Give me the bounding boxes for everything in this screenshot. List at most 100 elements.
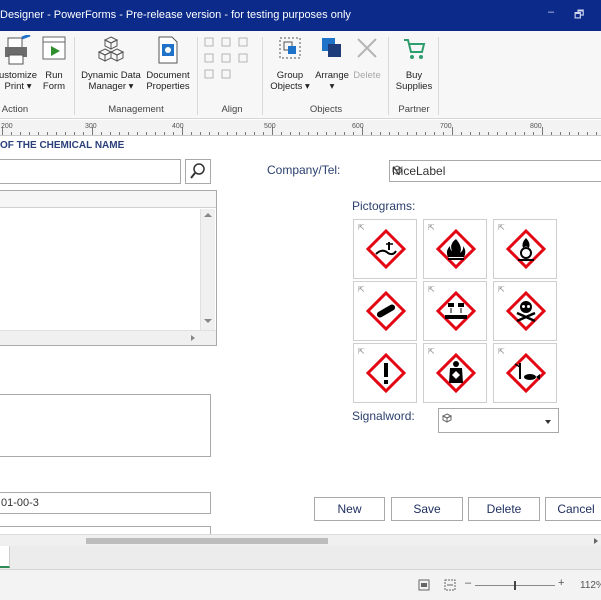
company-value: NiceLabel <box>392 164 446 178</box>
dropdown-arrow-icon[interactable] <box>545 420 551 424</box>
ruler-tick <box>29 132 30 135</box>
resize-corner-icon: ⇱ <box>358 285 365 294</box>
flame-icon <box>436 229 476 269</box>
scroll-up-arrow-icon[interactable] <box>204 213 212 217</box>
zoom-in-button[interactable]: + <box>558 577 564 589</box>
fit-page-icon[interactable] <box>418 579 430 591</box>
ruler-tick <box>551 132 552 135</box>
document-properties-button[interactable]: Document Properties <box>144 35 192 92</box>
ribbon-separator <box>388 37 389 115</box>
ruler-tick <box>560 132 561 135</box>
ruler-tick <box>290 132 291 135</box>
pictogram-oxidizing[interactable]: ⇱ <box>493 219 557 279</box>
signalword-dropdown[interactable] <box>438 408 559 433</box>
shopping-cart-icon <box>404 39 426 59</box>
fit-width-icon[interactable] <box>444 579 456 591</box>
pictogram-corrosive[interactable]: ⇱ <box>423 281 487 341</box>
document-tab-strip <box>0 546 601 570</box>
run-form-button[interactable]: Run Form <box>40 35 68 92</box>
scrollbar-thumb[interactable] <box>86 538 328 544</box>
resize-corner-icon: ⇱ <box>428 347 435 356</box>
group-label-objects: Objects <box>309 104 343 115</box>
arrange-button[interactable]: Arrange ▾ <box>313 35 351 92</box>
buy-supplies-button[interactable]: Buy Supplies <box>394 35 434 92</box>
arrange-label-2: ▾ <box>329 81 335 92</box>
search-button[interactable] <box>185 159 211 184</box>
cas-number-field[interactable]: 01-00-3 <box>0 492 211 514</box>
group-label-management: Management <box>108 104 164 115</box>
list-vertical-scrollbar[interactable] <box>200 209 215 330</box>
resize-corner-icon: ⇱ <box>498 285 505 294</box>
cancel-button[interactable]: Cancel <box>545 497 601 521</box>
list-header-row <box>0 191 216 208</box>
ruler-tick <box>461 132 462 135</box>
group-label-partner: Partner <box>398 104 430 115</box>
resize-corner-icon: ⇱ <box>428 285 435 294</box>
ruler-tick <box>389 132 390 135</box>
company-field[interactable]: NiceLabel <box>389 160 601 182</box>
ribbon: ustomize Print ▾ Run Form Action Dynamic… <box>0 31 601 119</box>
zoom-out-button[interactable]: – <box>465 577 471 589</box>
cas-number-value: 01-00-3 <box>1 497 39 509</box>
ruler-tick <box>407 132 408 135</box>
ruler-tick <box>20 132 21 135</box>
delete-object-button[interactable]: Delete <box>351 35 383 81</box>
chemical-search-input[interactable] <box>0 159 181 184</box>
ruler-tick <box>11 132 12 135</box>
scroll-right-arrow-icon[interactable] <box>191 335 195 341</box>
customize-print-button[interactable]: ustomize Print ▾ <box>0 35 38 92</box>
dynamic-data-manager-button[interactable]: Dynamic Data Manager ▾ <box>80 35 142 92</box>
ruler-label: 400 <box>172 123 184 130</box>
environment-hazard-icon <box>366 229 406 269</box>
ruler-tick <box>200 132 201 135</box>
pictogram-toxic[interactable]: ⇱ <box>493 281 557 341</box>
corrosion-icon <box>436 291 476 331</box>
pictogram-exclamation[interactable]: ⇱ <box>353 343 417 403</box>
restore-button[interactable]: 🗗 <box>574 6 584 25</box>
new-button[interactable]: New <box>314 497 385 521</box>
ruler-tick <box>596 132 597 135</box>
pictogram-environment[interactable]: ⇱ <box>353 219 417 279</box>
ruler-tick <box>245 132 246 135</box>
document-properties-label-2: Properties <box>146 81 190 92</box>
save-button[interactable]: Save <box>391 497 463 521</box>
group-objects-button[interactable]: Group Objects ▾ <box>268 35 312 92</box>
ruler-tick <box>344 132 345 135</box>
horizontal-ruler: 200 300 400 500 600 700 800 <box>0 120 601 136</box>
list-horizontal-scrollbar[interactable] <box>0 330 216 345</box>
ruler-tick <box>83 132 84 135</box>
ruler-tick <box>443 132 444 135</box>
ruler-tick <box>47 132 48 135</box>
gas-cylinder-icon <box>366 291 406 331</box>
ruler-tick <box>533 132 534 135</box>
arrange-icon <box>322 38 341 57</box>
pictogram-aquatic[interactable]: ⇱ <box>493 343 557 403</box>
dynamic-data-label-2: Manager ▾ <box>88 81 134 92</box>
designer-app: Designer - PowerForms - Pre-release vers… <box>0 0 601 600</box>
dead-tree-fish-icon <box>506 353 546 393</box>
align-icons <box>204 37 248 79</box>
scroll-down-arrow-icon[interactable] <box>204 319 212 323</box>
ruler-tick <box>146 132 147 135</box>
signalword-label: Signalword: <box>352 409 415 423</box>
ruler-tick <box>335 132 336 135</box>
ruler-tick <box>110 132 111 135</box>
pictogram-health-hazard[interactable]: ⇱ <box>423 343 487 403</box>
delete-x-icon <box>357 38 377 58</box>
zoom-slider-thumb[interactable] <box>514 581 516 590</box>
pictogram-flammable[interactable]: ⇱ <box>423 219 487 279</box>
description-textarea[interactable] <box>0 394 211 457</box>
arrange-label-1: Arrange <box>315 70 349 81</box>
canvas-horizontal-scrollbar[interactable] <box>0 534 601 546</box>
pictogram-gas-cylinder[interactable]: ⇱ <box>353 281 417 341</box>
zoom-level: 112% <box>580 580 601 591</box>
document-properties-label-1: Document <box>146 70 190 81</box>
ruler-label: 700 <box>440 123 452 130</box>
delete-button[interactable]: Delete <box>468 497 540 521</box>
scroll-right-arrow-icon[interactable] <box>594 538 598 544</box>
document-tab[interactable] <box>0 546 10 568</box>
chemical-list[interactable] <box>0 190 217 346</box>
minimize-button[interactable]: – <box>548 6 554 18</box>
ruler-tick <box>164 132 165 135</box>
resize-corner-icon: ⇱ <box>498 223 505 232</box>
